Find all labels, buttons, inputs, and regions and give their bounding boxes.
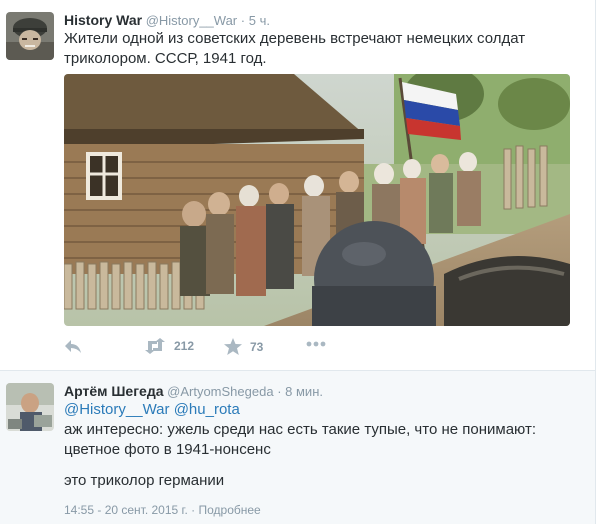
more-dots-icon [306,341,326,347]
timestamp[interactable]: 5 ч. [249,13,270,28]
retweet-button[interactable]: 212 [144,338,194,354]
details-link[interactable]: Подробнее [198,503,260,517]
mention-link[interactable]: @hu_rota [174,401,240,418]
timestamp[interactable]: 8 мин. [285,384,323,399]
author-name[interactable]: History War [64,12,142,28]
mention-link[interactable]: @History__War [64,401,170,418]
tweet-footer: 14:55 - 20 сент. 2015 г. · Подробнее [64,503,261,517]
avatar-image [6,383,54,431]
reply-tweet[interactable]: Артём Шегеда @ArtyomShegeda · 8 мин. @Hi… [0,371,595,524]
author-handle[interactable]: @ArtyomShegeda [167,384,273,399]
separator-dot: · [240,13,246,28]
retweet-icon [145,338,165,354]
tweet[interactable]: History War @History__War · 5 ч. Жители … [0,0,595,371]
reply-mentions: @History__War @hu_rota [64,400,240,420]
author-handle[interactable]: @History__War [146,13,237,28]
star-icon [224,338,242,355]
favorite-count: 73 [250,339,264,354]
separator-dot: · [277,384,282,399]
favorite-button[interactable]: 73 [224,338,263,355]
full-timestamp[interactable]: 14:55 - 20 сент. 2015 г. [64,503,188,517]
tweet-text: аж интересно: ужель среди нас есть такие… [64,421,536,458]
retweet-count: 212 [174,339,195,353]
tweet-photo[interactable] [64,74,570,326]
tweet-text-line: это триколор германии [64,472,225,489]
avatar-image [6,12,54,60]
tweet-header: Артём Шегеда @ArtyomShegeda · 8 мин. [64,383,323,399]
avatar[interactable] [6,383,54,431]
reply-icon [65,340,81,353]
author-name[interactable]: Артём Шегеда [64,383,164,399]
more-button[interactable] [306,341,326,347]
tweet-header: History War @History__War · 5 ч. [64,12,270,28]
footer-separator: · [191,503,196,517]
tweet-actions: 212 73 [64,338,364,356]
avatar[interactable] [6,12,54,60]
tweet-text: Жители одной из советских деревень встре… [64,30,526,67]
photo-village-scene [64,74,570,326]
reply-button[interactable] [64,338,82,354]
timeline: History War @History__War · 5 ч. Жители … [0,0,596,524]
